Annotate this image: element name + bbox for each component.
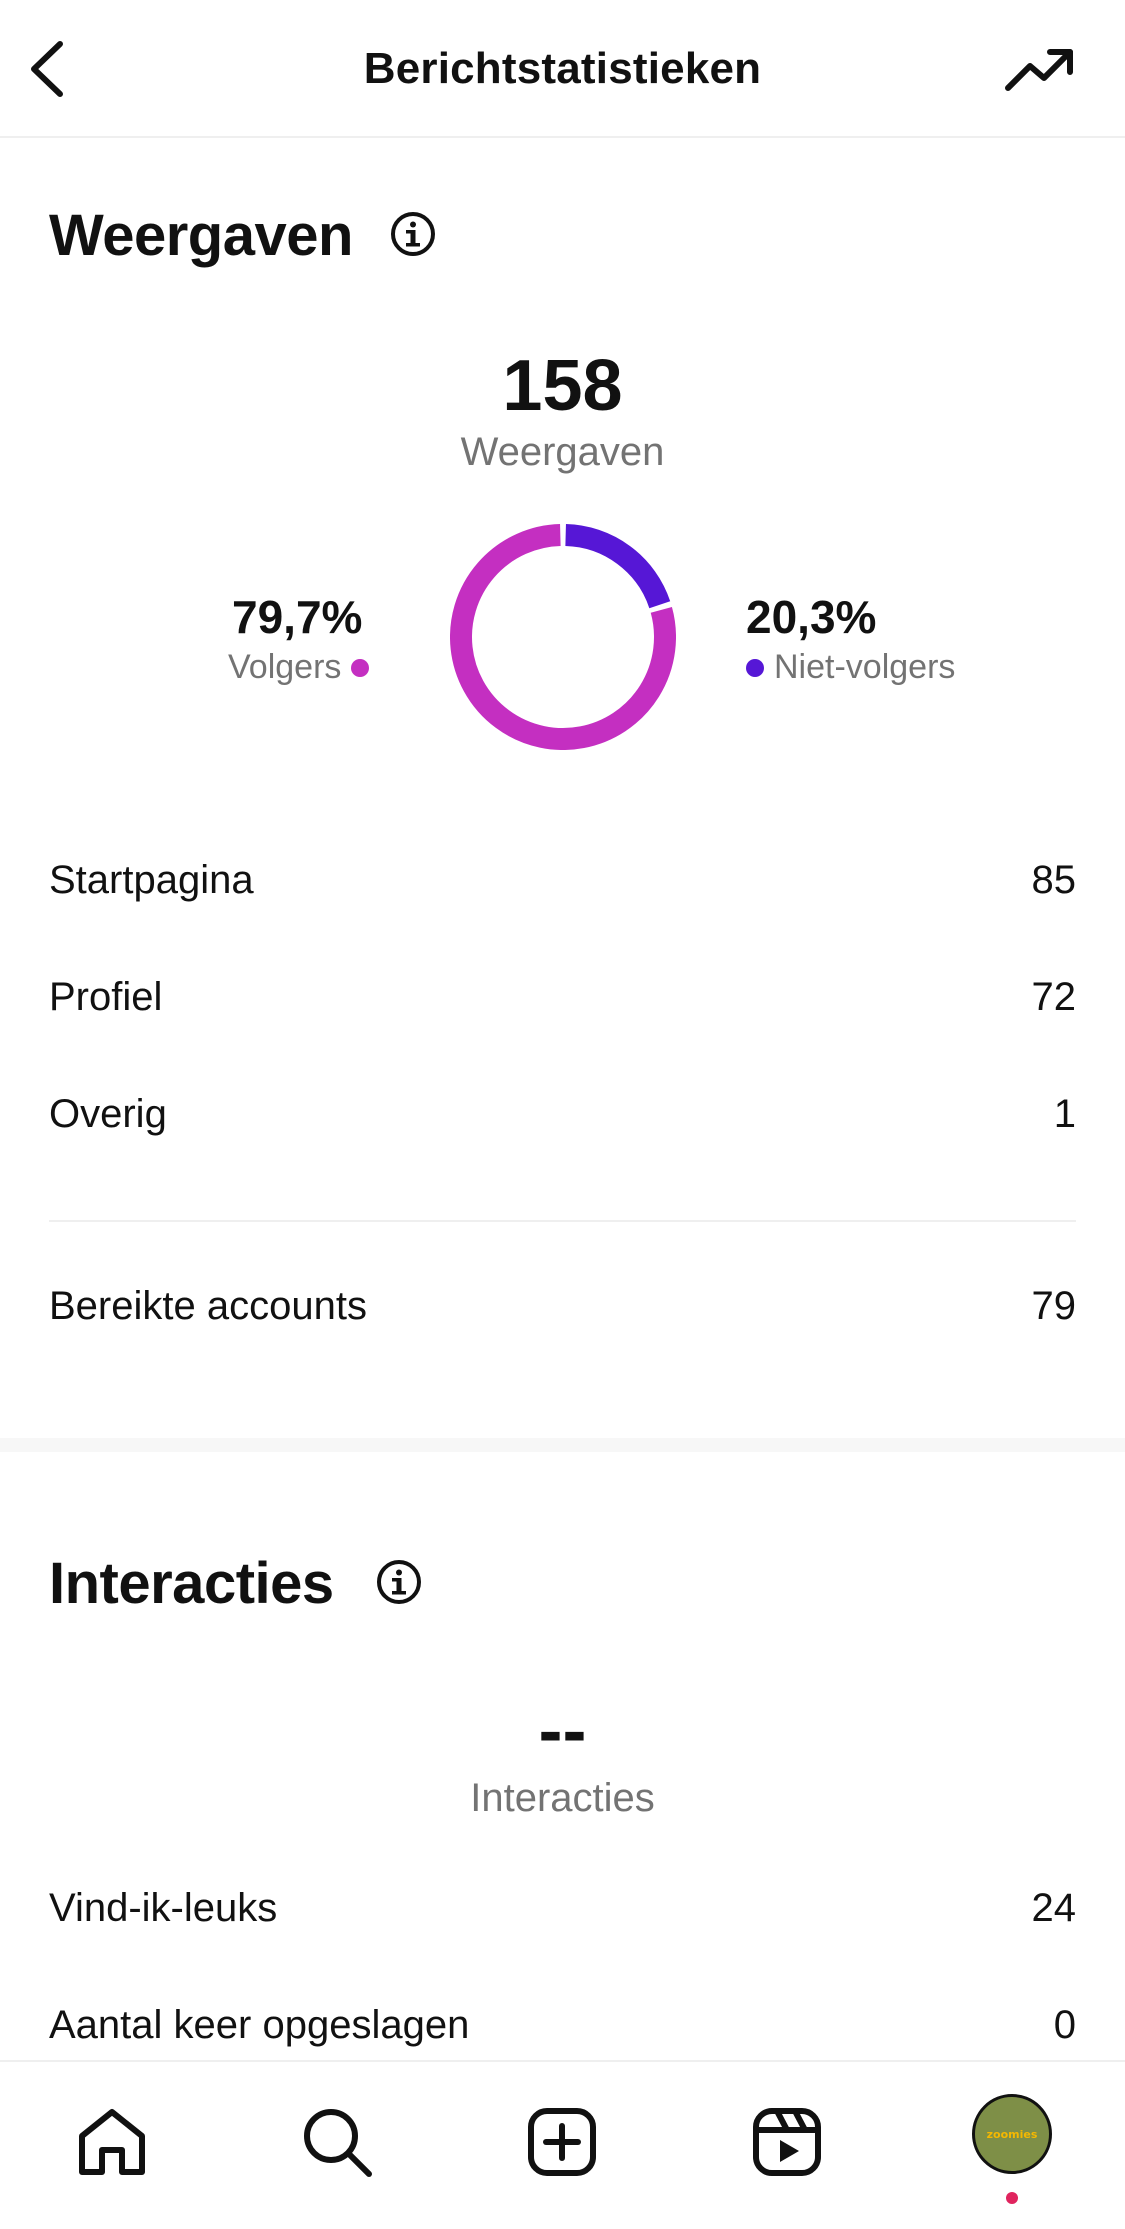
nav-create[interactable] — [522, 2102, 602, 2182]
row-value: 1 — [1053, 1091, 1076, 1136]
nav-home[interactable] — [72, 2102, 152, 2182]
info-icon — [377, 1560, 421, 1604]
row-label: Overig — [49, 1091, 167, 1136]
nav-search[interactable] — [297, 2102, 377, 2182]
views-row-startpagina: Startpagina 85 — [49, 850, 1076, 910]
row-value: 24 — [1031, 1885, 1077, 1930]
interactions-total: -- — [538, 1691, 587, 1771]
notification-dot — [1006, 2192, 1018, 2204]
views-row-overig: Overig 1 — [49, 1084, 1076, 1144]
followers-legend-dot — [351, 658, 370, 677]
row-value: 0 — [1053, 2002, 1076, 2047]
views-donut-chart — [450, 524, 676, 750]
row-label: Aantal keer opgeslagen — [49, 2002, 470, 2047]
row-label: Startpagina — [49, 857, 254, 902]
non-followers-percentage: 20,3% — [746, 591, 877, 643]
views-section-title: Weergaven — [49, 203, 353, 268]
donut-slice-non-followers — [565, 524, 671, 609]
interactions-total-label: Interacties — [470, 1776, 655, 1820]
row-label: Bereikte accounts — [49, 1283, 367, 1328]
row-value: 72 — [1031, 974, 1077, 1019]
reached-accounts-row: Bereikte accounts 79 — [49, 1276, 1076, 1336]
non-followers-legend-label: Niet-volgers — [774, 648, 956, 686]
followers-legend: Volgers — [228, 648, 370, 687]
divider — [49, 1220, 1076, 1222]
row-label: Profiel — [49, 974, 163, 1019]
nav-profile-avatar[interactable]: zoomies — [972, 2094, 1052, 2174]
trends-button[interactable] — [1004, 44, 1076, 96]
followers-percentage: 79,7% — [232, 591, 363, 643]
create-icon — [528, 2108, 596, 2176]
home-icon — [79, 2109, 145, 2175]
views-info-button[interactable] — [389, 210, 437, 258]
page-title: Berichtstatistieken — [363, 44, 762, 93]
top-bar: Berichtstatistieken — [0, 0, 1125, 138]
non-followers-legend: Niet-volgers — [746, 648, 955, 687]
interactions-section-title: Interacties — [49, 1551, 334, 1616]
row-value: 85 — [1031, 857, 1077, 902]
followers-legend-label: Volgers — [228, 648, 342, 686]
reels-icon — [753, 2108, 821, 2176]
info-icon — [391, 212, 435, 256]
views-row-profiel: Profiel 72 — [49, 967, 1076, 1027]
avatar-text: zoomies — [986, 2127, 1038, 2141]
trending-up-icon — [1005, 49, 1073, 91]
interactions-row-likes: Vind-ik-leuks 24 — [49, 1878, 1076, 1938]
search-icon — [304, 2109, 372, 2177]
views-total-label: Weergaven — [460, 430, 665, 474]
bottom-navigation: zoomies — [0, 2060, 1125, 2229]
non-followers-legend-dot — [746, 658, 764, 677]
nav-reels[interactable] — [747, 2102, 827, 2182]
interactions-info-button[interactable] — [375, 1558, 423, 1606]
row-label: Vind-ik-leuks — [49, 1885, 278, 1930]
row-value: 79 — [1031, 1283, 1077, 1328]
section-separator — [0, 1438, 1125, 1452]
views-total: 158 — [502, 346, 623, 426]
interactions-row-saves: Aantal keer opgeslagen 0 — [49, 1995, 1076, 2055]
